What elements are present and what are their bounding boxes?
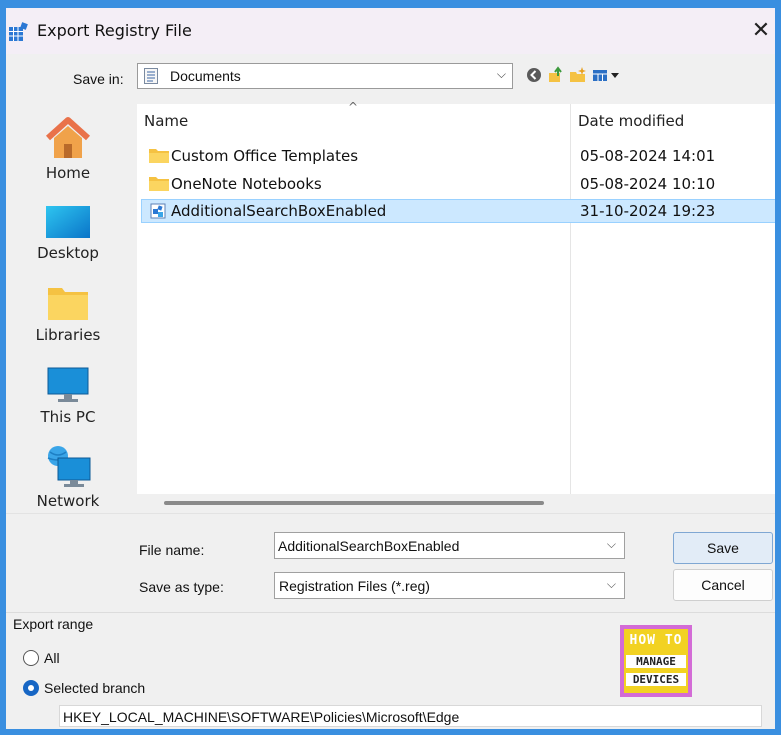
- radio-all[interactable]: [23, 650, 39, 666]
- file-list[interactable]: ^ Name Date modified Custom Office Templ…: [137, 100, 775, 494]
- place-desktop[interactable]: Desktop: [6, 204, 130, 262]
- close-button[interactable]: ✕: [747, 16, 775, 46]
- places-bar: Home Desktop Libraries This PC Network: [6, 100, 130, 600]
- cancel-button[interactable]: Cancel: [673, 569, 773, 601]
- chevron-down-icon[interactable]: ⌵: [607, 537, 616, 552]
- radio-all-label[interactable]: All: [44, 650, 60, 666]
- folder-icon: [149, 177, 169, 191]
- new-folder-icon[interactable]: [569, 66, 587, 84]
- place-home[interactable]: Home: [6, 116, 130, 182]
- title-bar: Export Registry File ✕: [6, 8, 775, 54]
- place-label-libraries: Libraries: [35, 326, 101, 344]
- file-date: 05-08-2024 10:10: [580, 175, 716, 193]
- this-pc-icon: [47, 367, 89, 402]
- chevron-down-icon: ⌵: [606, 577, 616, 591]
- file-date: 31-10-2024 19:23: [580, 202, 716, 220]
- selected-branch-field[interactable]: [59, 705, 762, 727]
- documents-icon: [144, 68, 158, 84]
- file-name: AdditionalSearchBoxEnabled: [171, 202, 387, 220]
- back-icon[interactable]: [525, 66, 543, 84]
- list-item[interactable]: Custom Office Templates 05-08-2024 14:01: [141, 144, 775, 168]
- save-in-label: Save in:: [73, 71, 124, 87]
- home-icon: [45, 117, 91, 158]
- registry-editor-icon: [9, 22, 28, 41]
- logo-line-3: DEVICES: [626, 673, 686, 686]
- place-libraries[interactable]: Libraries: [6, 286, 130, 344]
- divider: [6, 612, 775, 613]
- list-item[interactable]: OneNote Notebooks 05-08-2024 10:10: [141, 172, 775, 196]
- window-title: Export Registry File: [37, 21, 192, 40]
- file-name-field[interactable]: ⌵: [274, 532, 625, 559]
- place-this-pc[interactable]: This PC: [6, 366, 130, 426]
- desktop-icon: [46, 206, 90, 238]
- place-label-desktop: Desktop: [37, 244, 99, 262]
- chevron-down-icon: ⌵: [496, 67, 506, 81]
- save-as-type-value: Registration Files (*.reg): [279, 578, 430, 594]
- registry-file-icon: [150, 203, 166, 219]
- horizontal-scrollbar[interactable]: [164, 501, 544, 505]
- place-label-home: Home: [45, 164, 91, 182]
- export-range-title: Export range: [13, 616, 94, 632]
- list-item-selected[interactable]: AdditionalSearchBoxEnabled 31-10-2024 19…: [141, 199, 775, 223]
- save-as-type-dropdown[interactable]: Registration Files (*.reg) ⌵: [274, 572, 625, 599]
- radio-selected-branch-label[interactable]: Selected branch: [44, 680, 145, 696]
- close-icon: ✕: [751, 18, 771, 43]
- network-icon: [47, 446, 91, 487]
- logo-line-2: MANAGE: [626, 655, 686, 668]
- view-menu-icon[interactable]: [592, 66, 624, 84]
- column-header-name[interactable]: Name: [144, 112, 188, 130]
- file-name: Custom Office Templates: [171, 147, 359, 165]
- save-in-value: Documents: [170, 68, 241, 84]
- sort-ascending-icon: ^: [348, 100, 359, 114]
- save-button[interactable]: Save: [673, 532, 773, 564]
- column-header-date-modified[interactable]: Date modified: [578, 112, 684, 130]
- libraries-icon: [48, 288, 88, 320]
- save-as-type-label: Save as type:: [139, 579, 224, 595]
- radio-selected-branch[interactable]: [23, 680, 39, 696]
- file-name-input[interactable]: [278, 536, 588, 555]
- file-date: 05-08-2024 14:01: [580, 147, 716, 165]
- place-label-network: Network: [36, 492, 100, 510]
- export-registry-dialog: Export Registry File ✕ Save in: Document…: [6, 8, 775, 729]
- divider: [6, 513, 775, 514]
- folder-icon: [149, 149, 169, 163]
- place-network[interactable]: Network: [6, 444, 130, 510]
- file-name: OneNote Notebooks: [171, 175, 322, 193]
- selected-branch-input[interactable]: [63, 708, 753, 726]
- place-label-this-pc: This PC: [40, 408, 96, 426]
- save-in-dropdown[interactable]: Documents ⌵: [137, 63, 513, 89]
- how-to-manage-devices-logo: HOW TO MANAGE DEVICES: [620, 625, 692, 697]
- up-folder-icon[interactable]: [547, 66, 565, 84]
- logo-line-1: HOW TO: [629, 633, 683, 648]
- file-name-label: File name:: [139, 542, 205, 558]
